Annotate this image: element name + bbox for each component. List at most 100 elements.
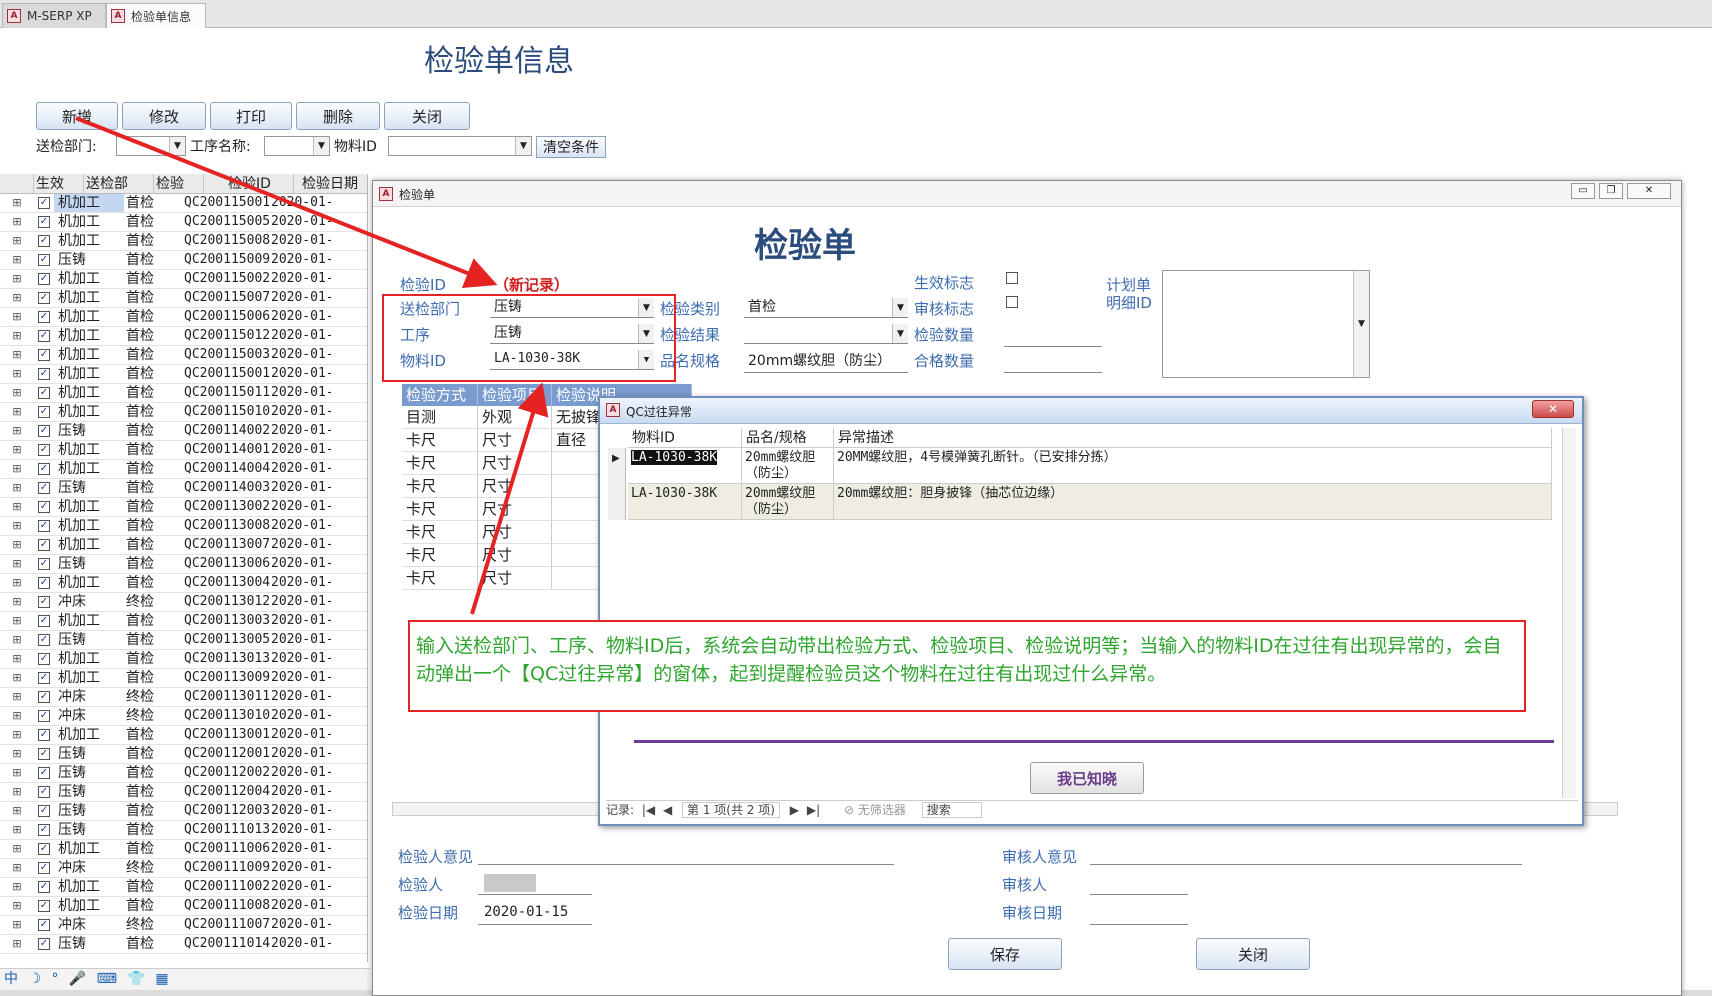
tab-mserp[interactable]: A M-SERP XP: [2, 3, 106, 28]
table-row[interactable]: ⊞ ✓ 机加工 首检 QC200115002 2020-01-: [0, 270, 367, 289]
expand-icon[interactable]: ⊞: [0, 346, 34, 364]
expand-icon[interactable]: ⊞: [0, 593, 34, 611]
popup-vertical-scrollbar[interactable]: [1562, 428, 1576, 798]
expand-icon[interactable]: ⊞: [0, 479, 34, 497]
expand-icon[interactable]: ⊞: [0, 384, 34, 402]
expand-icon[interactable]: ⊞: [0, 897, 34, 915]
expand-icon[interactable]: ⊞: [0, 707, 34, 725]
close-button[interactable]: 关闭: [384, 102, 470, 130]
table-row[interactable]: ⊞ ✓ 机加工 首检 QC200111006 2020-01-: [0, 840, 367, 859]
table-row[interactable]: ⊞ ✓ 机加工 首检 QC200115003 2020-01-: [0, 346, 367, 365]
effective-checkbox[interactable]: ✓: [38, 824, 50, 836]
effective-checkbox[interactable]: ✓: [38, 368, 50, 380]
col-dept[interactable]: 送检部: [84, 174, 154, 193]
expand-icon[interactable]: ⊞: [0, 859, 34, 877]
expand-icon[interactable]: ⊞: [0, 232, 34, 250]
table-row[interactable]: ⊞ ✓ 机加工 首检 QC200113001 2020-01-: [0, 726, 367, 745]
row-selector[interactable]: [608, 484, 626, 520]
effective-checkbox[interactable]: ✓: [38, 520, 50, 532]
table-row[interactable]: ⊞ ✓ 机加工 首检 QC200113008 2020-01-: [0, 517, 367, 536]
restore-icon[interactable]: ❐: [1599, 183, 1623, 199]
effective-checkbox[interactable]: ✓: [38, 786, 50, 798]
table-row[interactable]: ⊞ ✓ 机加工 首检 QC200114001 2020-01-: [0, 441, 367, 460]
expand-icon[interactable]: ⊞: [0, 878, 34, 896]
expand-icon[interactable]: ⊞: [0, 251, 34, 269]
acknowledge-button[interactable]: 我已知晓: [1030, 762, 1144, 794]
effective-checkbox[interactable]: ✓: [38, 330, 50, 342]
effective-checkbox[interactable]: ✓: [38, 596, 50, 608]
new-button[interactable]: 新增: [36, 102, 118, 130]
table-row[interactable]: ⊞ ✓ 冲床 终检 QC200113010 2020-01-: [0, 707, 367, 726]
audit-date-input[interactable]: [1090, 924, 1188, 925]
effective-checkbox[interactable]: ✓: [38, 501, 50, 513]
effective-checkbox[interactable]: ✓: [38, 444, 50, 456]
table-row[interactable]: ⊞ ✓ 冲床 终检 QC200111007 2020-01-: [0, 916, 367, 935]
expand-icon[interactable]: ⊞: [0, 574, 34, 592]
filter-process-select[interactable]: ▼: [264, 136, 330, 156]
expand-icon[interactable]: ⊞: [0, 840, 34, 858]
effective-checkbox[interactable]: ✓: [38, 710, 50, 722]
chevron-down-icon[interactable]: ▼: [892, 324, 908, 343]
expand-icon[interactable]: ⊞: [0, 517, 34, 535]
expand-icon[interactable]: ⊞: [0, 308, 34, 326]
expand-icon[interactable]: ⊞: [0, 498, 34, 516]
table-row[interactable]: ⊞ ✓ 机加工 首检 QC200115007 2020-01-: [0, 289, 367, 308]
expand-icon[interactable]: ⊞: [0, 270, 34, 288]
expand-icon[interactable]: ⊞: [0, 688, 34, 706]
expand-icon[interactable]: ⊞: [0, 403, 34, 421]
expand-icon[interactable]: ⊞: [0, 802, 34, 820]
effective-checkbox[interactable]: ✓: [38, 558, 50, 570]
chevron-down-icon[interactable]: ▼: [169, 137, 185, 155]
qc-row2-id[interactable]: LA-1030-38K: [628, 484, 742, 520]
table-row[interactable]: ⊞ ✓ 冲床 终检 QC200113011 2020-01-: [0, 688, 367, 707]
effective-checkbox[interactable]: ✓: [38, 539, 50, 551]
table-row[interactable]: ⊞ ✓ 机加工 首检 QC200113007 2020-01-: [0, 536, 367, 555]
expand-icon[interactable]: ⊞: [0, 327, 34, 345]
col-effective[interactable]: 生效: [34, 174, 84, 193]
effective-checkbox[interactable]: ✓: [38, 691, 50, 703]
table-row[interactable]: ⊞ ✓ 机加工 首检 QC200115001 2020-01-: [0, 365, 367, 384]
table-row[interactable]: ⊞ ✓ 机加工 首检 QC200113013 2020-01-: [0, 650, 367, 669]
effective-checkbox[interactable]: ✓: [38, 900, 50, 912]
tab-inspection-info[interactable]: A 检验单信息: [106, 3, 206, 28]
expand-icon[interactable]: ⊞: [0, 764, 34, 782]
effective-checkbox[interactable]: ✓: [38, 938, 50, 950]
effective-checkbox[interactable]: ✓: [38, 406, 50, 418]
effective-checkbox[interactable]: ✓: [38, 577, 50, 589]
close-icon[interactable]: ✕: [1627, 183, 1671, 199]
expand-icon[interactable]: ⊞: [0, 536, 34, 554]
qc-col-id[interactable]: 物料ID: [628, 428, 742, 448]
table-row[interactable]: ⊞ ✓ 压铸 首检 QC200111014 2020-01-: [0, 935, 367, 954]
auditor-input[interactable]: [1090, 894, 1188, 895]
effective-checkbox[interactable]: ✓: [38, 216, 50, 228]
effective-checkbox[interactable]: ✓: [38, 273, 50, 285]
inspect-date-value[interactable]: 2020-01-15: [484, 904, 568, 920]
effective-checkbox[interactable]: ✓: [38, 292, 50, 304]
expand-icon[interactable]: ⊞: [0, 745, 34, 763]
pass-qty-input[interactable]: [1004, 372, 1102, 373]
chevron-down-icon[interactable]: ▼: [313, 137, 329, 155]
form-close-button[interactable]: 关闭: [1196, 938, 1310, 970]
table-row[interactable]: ⊞ ✓ 机加工 首检 QC200115005 2020-01-: [0, 213, 367, 232]
expand-icon[interactable]: ⊞: [0, 669, 34, 687]
table-row[interactable]: ⊞ ✓ 压铸 首检 QC200112003 2020-01-: [0, 802, 367, 821]
table-row[interactable]: ⊞ ✓ 机加工 首检 QC200115012 2020-01-: [0, 327, 367, 346]
table-row[interactable]: ⊞ ✓ 机加工 首检 QC200114004 2020-01-: [0, 460, 367, 479]
edit-button[interactable]: 修改: [122, 102, 206, 130]
record-position[interactable]: 第 1 项(共 2 项): [682, 802, 780, 818]
effective-checkbox[interactable]: ✓: [38, 235, 50, 247]
effective-checkbox[interactable]: ✓: [38, 387, 50, 399]
table-row[interactable]: ⊞ ✓ 压铸 首检 QC200115009 2020-01-: [0, 251, 367, 270]
table-row[interactable]: ⊞ ✓ 机加工 首检 QC200115011 2020-01-: [0, 384, 367, 403]
effective-checkbox[interactable]: ✓: [38, 843, 50, 855]
auditor-opinion-input[interactable]: [1090, 864, 1522, 865]
filter-material-select[interactable]: ▼: [388, 136, 532, 156]
expand-icon[interactable]: ⊞: [0, 460, 34, 478]
col-item[interactable]: 检验项目: [478, 384, 552, 406]
table-row[interactable]: ⊞ ✓ 压铸 首检 QC200113005 2020-01-: [0, 631, 367, 650]
expand-icon[interactable]: ⊞: [0, 916, 34, 934]
expand-icon[interactable]: ⊞: [0, 289, 34, 307]
first-record-icon[interactable]: |◀: [642, 803, 655, 817]
qty-input[interactable]: [1004, 346, 1102, 347]
effective-checkbox[interactable]: ✓: [38, 881, 50, 893]
